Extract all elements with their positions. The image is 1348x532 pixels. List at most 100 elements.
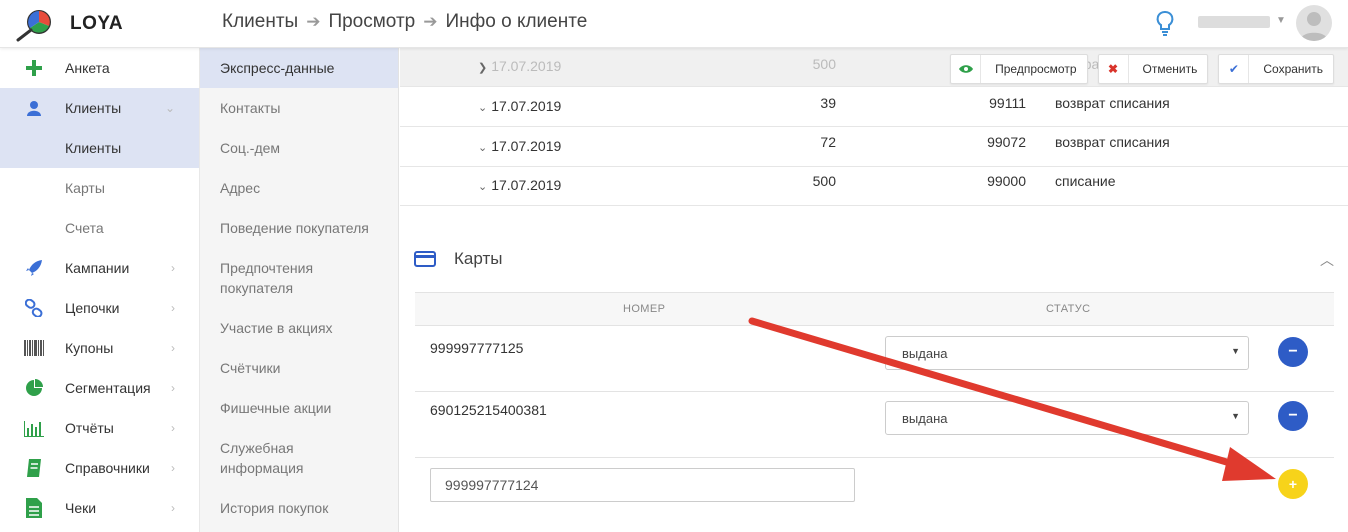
- chevron-down-icon[interactable]: ⌄: [478, 181, 487, 193]
- sidebar-item-label: Клиенты: [65, 100, 122, 116]
- remove-card-button[interactable]: −: [1278, 337, 1308, 367]
- transaction-date: 17.07.2019: [491, 177, 562, 193]
- breadcrumb-item[interactable]: Просмотр: [328, 11, 415, 33]
- subnav-item-contacts[interactable]: Контакты: [200, 88, 398, 128]
- pie-icon: [24, 379, 44, 397]
- transaction-balance: 99072: [987, 134, 1026, 150]
- sidebar-item-label: Анкета: [65, 60, 110, 76]
- save-label: Сохранить: [1263, 62, 1323, 76]
- logo-icon[interactable]: [14, 8, 54, 42]
- breadcrumb: Клиенты ➔ Просмотр ➔ Инфо о клиенте: [222, 11, 587, 33]
- sidebar-subitem-accounts[interactable]: Счета: [0, 208, 199, 248]
- subnav-item-counters[interactable]: Счётчики: [200, 348, 398, 388]
- chevron-right-icon: ›: [171, 461, 175, 475]
- sidebar-item-segmentation[interactable]: Сегментация ›: [0, 368, 199, 408]
- save-button[interactable]: ✔ Сохранить: [1218, 54, 1334, 84]
- app-logo-text: LOYA: [70, 13, 124, 34]
- cancel-button[interactable]: ✖ Отменить: [1097, 54, 1209, 84]
- sidebar-subitem-clients[interactable]: Клиенты: [0, 128, 199, 168]
- table-row[interactable]: ⌄ 17.07.2019 39 99111 возврат списания: [400, 88, 1348, 127]
- sidebar-item-label: Счета: [65, 220, 104, 236]
- bar-chart-icon: [24, 419, 44, 437]
- transaction-amount: 72: [820, 134, 836, 150]
- transaction-date: 17.07.2019: [491, 98, 562, 114]
- sidebar-item-label: Чеки: [65, 500, 97, 516]
- eye-icon: [951, 55, 982, 83]
- table-row[interactable]: ⌄ 17.07.2019 500 99000 списание: [400, 167, 1348, 206]
- sidebar-item-label: Кампании: [65, 260, 130, 276]
- sidebar-item-reports[interactable]: Отчёты ›: [0, 408, 199, 448]
- card-number: 690125215400381: [430, 402, 547, 418]
- sidebar: Анкета Клиенты ⌄ Клиенты Карты Счета Кам…: [0, 48, 200, 532]
- transaction-amount: 39: [820, 95, 836, 111]
- transaction-date: 17.07.2019: [491, 58, 562, 74]
- subnav-item-behavior[interactable]: Поведение покупателя: [200, 208, 398, 248]
- sidebar-item-clients[interactable]: Клиенты ⌄: [0, 88, 199, 128]
- chevron-right-icon: ›: [171, 261, 175, 275]
- transaction-amount: 500: [812, 56, 836, 72]
- transaction-type: возврат списания: [1055, 134, 1170, 150]
- add-card-button[interactable]: +: [1278, 469, 1308, 499]
- column-header-number: НОМЕР: [623, 303, 666, 315]
- new-card-number-input[interactable]: 999997777124: [430, 468, 855, 502]
- chevron-up-icon[interactable]: ︿: [1320, 250, 1334, 270]
- subnav-item-socdem[interactable]: Соц.-дем: [200, 128, 398, 168]
- transaction-type: возврат списания: [1055, 95, 1170, 111]
- table-row[interactable]: ⌄ 17.07.2019 72 99072 возврат списания: [400, 128, 1348, 167]
- subnav-item-promo-participation[interactable]: Участие в акциях: [200, 308, 398, 348]
- preview-button[interactable]: Предпросмотр: [950, 54, 1088, 84]
- user-silhouette-icon: [1300, 12, 1328, 41]
- cancel-label: Отменить: [1142, 62, 1198, 76]
- chevron-down-icon: ⌄: [164, 101, 175, 115]
- sidebar-item-campaigns[interactable]: Кампании ›: [0, 248, 199, 288]
- user-icon: [24, 99, 44, 117]
- caret-down-icon: ▼: [1231, 411, 1240, 421]
- card-row: 999997777125 выдана ▼ −: [415, 326, 1334, 392]
- lightbulb-icon[interactable]: [1155, 10, 1175, 38]
- check-icon: ✔: [1219, 55, 1250, 83]
- subnav-item-address[interactable]: Адрес: [200, 168, 398, 208]
- sidebar-item-chains[interactable]: Цепочки ›: [0, 288, 199, 328]
- subnav-item-preferences[interactable]: Предпочтения покупателя: [200, 248, 398, 308]
- barcode-icon: [24, 339, 44, 357]
- preview-label: Предпросмотр: [995, 62, 1077, 76]
- subnav-item-purchase-history[interactable]: История покупок: [200, 488, 398, 528]
- chevron-right-icon: ›: [171, 381, 175, 395]
- sidebar-item-label: Сегментация: [65, 380, 151, 396]
- arrow-right-icon: ➔: [423, 12, 438, 31]
- cards-table-header: НОМЕР СТАТУС: [415, 292, 1334, 326]
- username-redacted[interactable]: [1198, 16, 1270, 28]
- chevron-right-icon: ›: [171, 341, 175, 355]
- remove-card-button[interactable]: −: [1278, 401, 1308, 431]
- chevron-down-icon[interactable]: ❯: [478, 62, 487, 74]
- sidebar-item-label: Купоны: [65, 340, 114, 356]
- status-select-value: выдана: [902, 410, 948, 426]
- transaction-type: списание: [1055, 173, 1116, 189]
- sidebar-item-label: Отчёты: [65, 420, 114, 436]
- sidebar-subitem-cards[interactable]: Карты: [0, 168, 199, 208]
- column-header-status: СТАТУС: [1046, 303, 1091, 315]
- rocket-icon: [24, 259, 44, 277]
- caret-down-icon: ▼: [1231, 346, 1240, 356]
- chevron-right-icon: ›: [171, 421, 175, 435]
- chevron-right-icon: ›: [171, 301, 175, 315]
- sidebar-item-receipts[interactable]: Чеки ›: [0, 488, 199, 528]
- subnav-item-service-info[interactable]: Служебная информация: [200, 428, 398, 488]
- sidebar-item-coupons[interactable]: Купоны ›: [0, 328, 199, 368]
- caret-down-icon[interactable]: ▼: [1276, 15, 1286, 26]
- status-select[interactable]: выдана ▼: [885, 401, 1249, 435]
- chevron-down-icon[interactable]: ⌄: [478, 142, 487, 154]
- sidebar-item-questionnaire[interactable]: Анкета: [0, 48, 199, 88]
- sidebar-item-directories[interactable]: Справочники ›: [0, 448, 199, 488]
- status-select-value: выдана: [902, 345, 948, 361]
- subnav-item-express-data[interactable]: Экспресс-данные: [200, 48, 398, 88]
- card-number: 999997777125: [430, 340, 524, 356]
- status-select[interactable]: выдана ▼: [885, 336, 1249, 370]
- sidebar-item-label: Цепочки: [65, 300, 120, 316]
- chevron-down-icon[interactable]: ⌄: [478, 102, 487, 114]
- breadcrumb-item[interactable]: Клиенты: [222, 11, 298, 33]
- subnav-item-chip-promos[interactable]: Фишечные акции: [200, 388, 398, 428]
- sidebar-item-label: Клиенты: [65, 140, 122, 156]
- cards-table: НОМЕР СТАТУС 999997777125 выдана ▼ − 690…: [415, 292, 1334, 458]
- avatar[interactable]: [1296, 5, 1332, 41]
